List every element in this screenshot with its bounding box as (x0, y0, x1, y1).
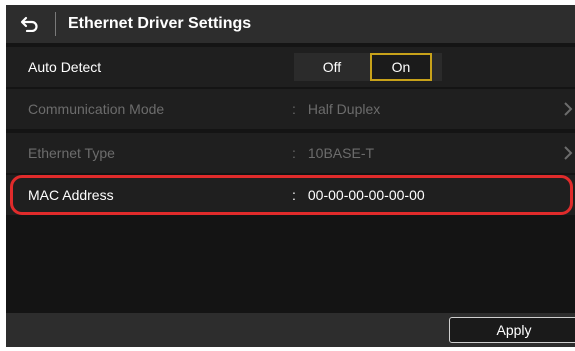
auto-detect-on-button[interactable]: On (370, 53, 432, 81)
chevron-right-icon (564, 102, 573, 116)
back-arrow-icon (20, 16, 38, 32)
header-bar: Ethernet Driver Settings (6, 5, 575, 43)
settings-screen: Ethernet Driver Settings Auto Detect Off… (6, 5, 575, 347)
ethernet-type-value-text: 10BASE-T (307, 145, 375, 161)
communication-mode-label: Communication Mode (28, 101, 165, 117)
header-divider (55, 12, 56, 36)
communication-mode-row[interactable]: Communication Mode : Half Duplex (6, 89, 575, 129)
back-button[interactable] (6, 5, 54, 43)
ethernet-type-label: Ethernet Type (28, 145, 115, 161)
auto-detect-row: Auto Detect Off On (6, 47, 575, 87)
communication-mode-value-text: Half Duplex (307, 101, 381, 117)
apply-button[interactable]: Apply (449, 317, 575, 343)
mac-address-value: :00-00-00-00-00-00 (292, 187, 425, 203)
auto-detect-label: Auto Detect (28, 59, 102, 75)
mac-address-value-text: 00-00-00-00-00-00 (307, 187, 425, 203)
ethernet-type-value: :10BASE-T (292, 145, 375, 161)
footer-bar: Apply (6, 313, 575, 347)
ethernet-type-row[interactable]: Ethernet Type :10BASE-T (6, 133, 575, 173)
communication-mode-value: : Half Duplex (292, 101, 381, 117)
mac-address-label: MAC Address (28, 187, 114, 203)
page-title: Ethernet Driver Settings (68, 15, 252, 32)
chevron-right-icon (564, 146, 573, 160)
mac-address-row: MAC Address :00-00-00-00-00-00 (6, 175, 575, 215)
auto-detect-off-button[interactable]: Off (302, 53, 362, 81)
